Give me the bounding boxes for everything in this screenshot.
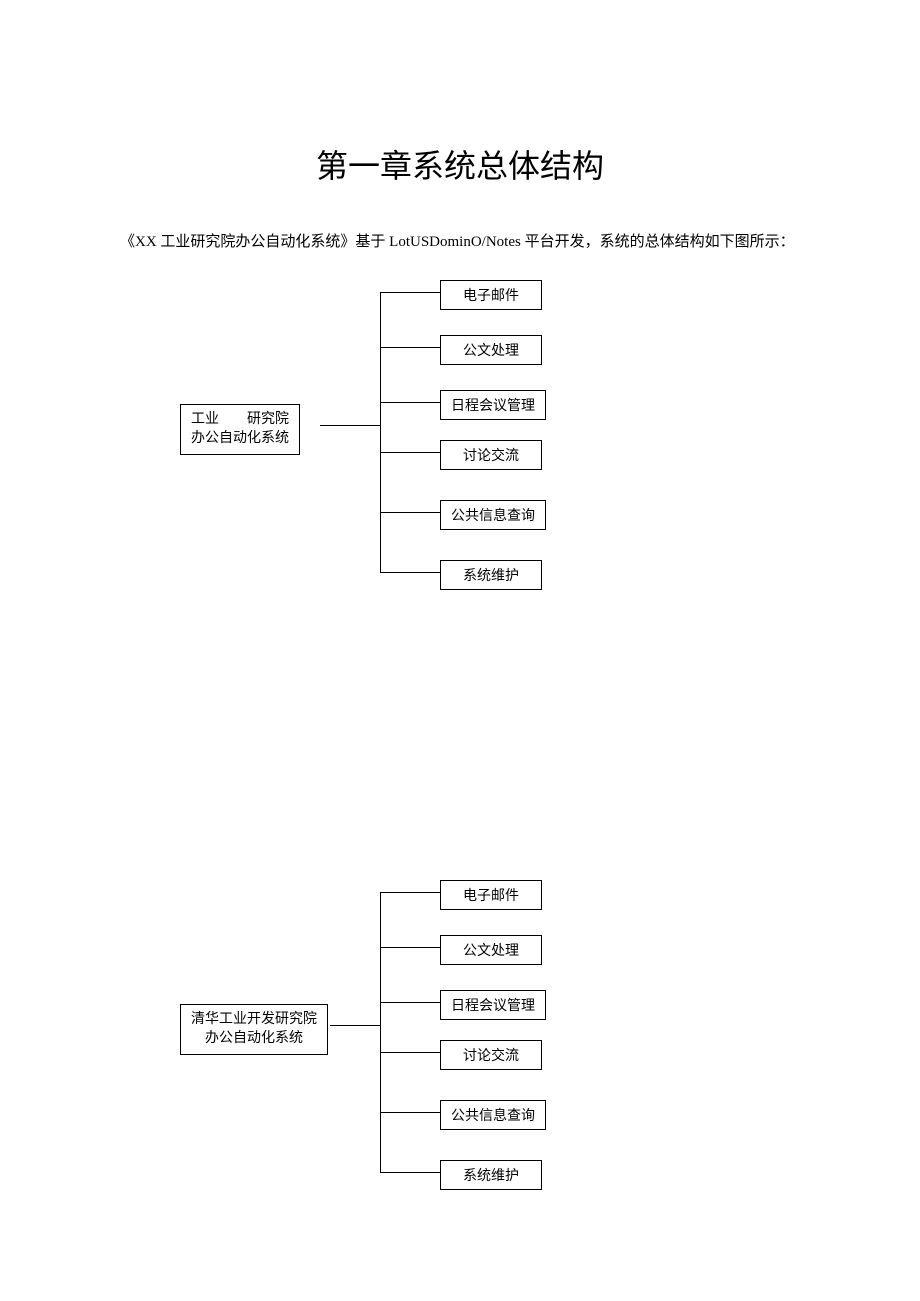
branch-3: [380, 1002, 440, 1003]
document-page: 第一章系统总体结构 《XX 工业研究院办公自动化系统》基于 LotUSDomin…: [0, 0, 920, 1277]
para-suffix: 平台开发，系统的总体结构如下图所示：: [521, 234, 795, 250]
branch-5: [380, 512, 440, 513]
root-line1: 清华工业开发研究院: [191, 1012, 317, 1027]
branch-5: [380, 1112, 440, 1113]
child-node: 公文处理: [440, 335, 542, 365]
branch-3: [380, 402, 440, 403]
root-line2: 办公自动化系统: [205, 1031, 303, 1046]
branch-2: [380, 947, 440, 948]
branch-6: [380, 1172, 440, 1173]
root-node-1: 工业 研究院 办公自动化系统: [180, 404, 300, 454]
main-vline: [380, 892, 381, 1172]
child-node: 公共信息查询: [440, 500, 546, 530]
root-hline: [320, 425, 380, 426]
child-node: 讨论交流: [440, 440, 542, 470]
org-diagram-1: 工业 研究院 办公自动化系统 电子邮件 公文处理 日程会议管理 讨论交流 公共信…: [160, 277, 830, 597]
child-node: 讨论交流: [440, 1040, 542, 1070]
platform-name: LotUSDominO/Notes: [389, 234, 521, 250]
branch-4: [380, 1052, 440, 1053]
root-line1: 工业 研究院: [191, 412, 289, 427]
child-node: 公文处理: [440, 935, 542, 965]
branch-4: [380, 452, 440, 453]
root-node-2: 清华工业开发研究院 办公自动化系统: [180, 1004, 328, 1054]
child-node: 电子邮件: [440, 880, 542, 910]
branch-1: [380, 892, 440, 893]
branch-2: [380, 347, 440, 348]
child-node: 日程会议管理: [440, 990, 546, 1020]
child-node: 电子邮件: [440, 280, 542, 310]
child-node: 公共信息查询: [440, 1100, 546, 1130]
root-hline: [330, 1025, 380, 1026]
main-vline: [380, 292, 381, 572]
chapter-title: 第一章系统总体结构: [90, 141, 830, 187]
child-node: 系统维护: [440, 560, 542, 590]
org-diagram-2: 清华工业开发研究院 办公自动化系统 电子邮件 公文处理 日程会议管理 讨论交流 …: [160, 877, 830, 1197]
para-prefix: 《XX 工业研究院办公自动化系统》基于: [120, 234, 389, 250]
child-node: 日程会议管理: [440, 390, 546, 420]
root-line2: 办公自动化系统: [191, 431, 289, 446]
branch-1: [380, 292, 440, 293]
branch-6: [380, 572, 440, 573]
intro-paragraph: 《XX 工业研究院办公自动化系统》基于 LotUSDominO/Notes 平台…: [90, 227, 830, 257]
child-node: 系统维护: [440, 1160, 542, 1190]
